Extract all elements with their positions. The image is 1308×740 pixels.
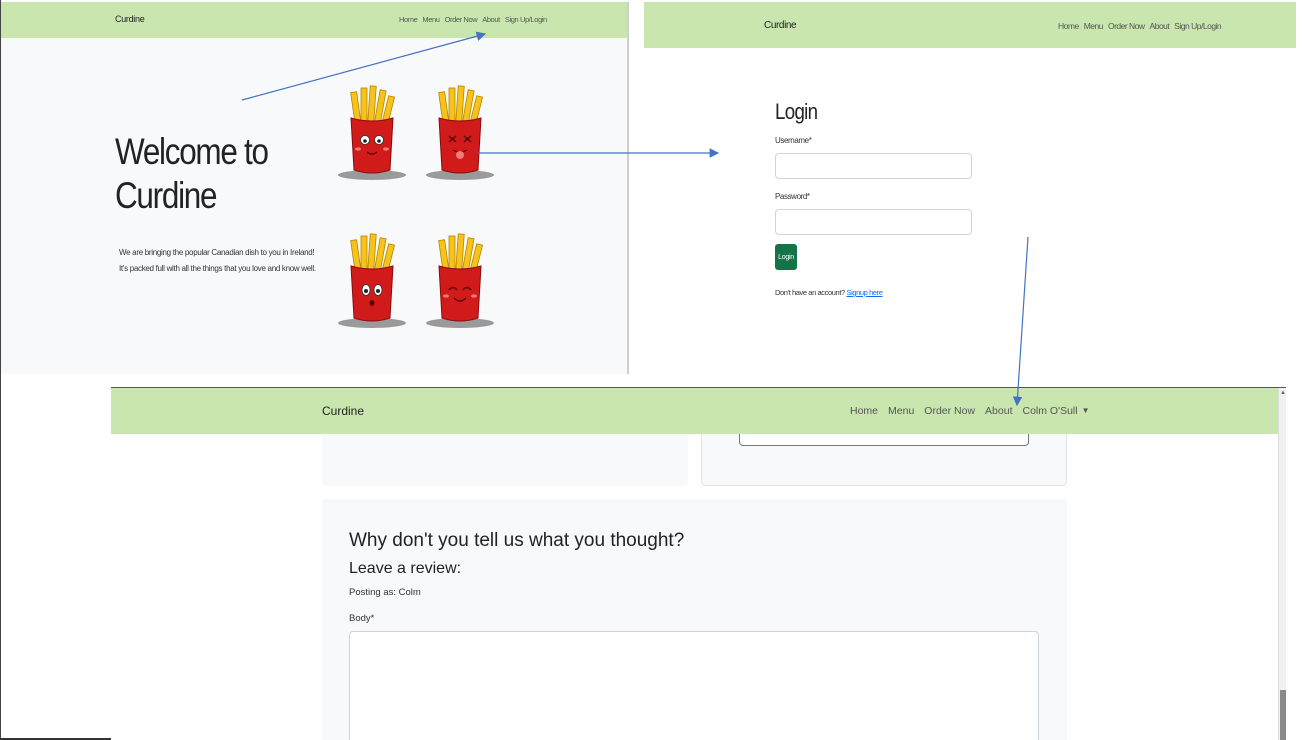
fries-mascot-surprised-image bbox=[338, 233, 406, 328]
hero-title-line2: Curdine bbox=[115, 175, 217, 216]
login-page-screenshot: Curdine Home Menu Order Now About Sign U… bbox=[644, 2, 1296, 386]
nav-order-now[interactable]: Order Now bbox=[445, 15, 478, 24]
nav-about[interactable]: About bbox=[1150, 21, 1170, 31]
page-scrollbar[interactable]: ▲ bbox=[1278, 388, 1286, 740]
user-menu-label: Colm O'Sull bbox=[1022, 405, 1078, 417]
home-nav-links: Home Menu Order Now About Sign Up/Login bbox=[399, 15, 547, 24]
brand-logo[interactable]: Curdine bbox=[764, 20, 797, 31]
nav-signup-login[interactable]: Sign Up/Login bbox=[1174, 21, 1221, 31]
signup-link[interactable]: Signup here bbox=[846, 288, 882, 297]
nav-order-now[interactable]: Order Now bbox=[1108, 21, 1145, 31]
login-title: Login bbox=[775, 99, 818, 124]
review-heading: Why don't you tell us what you thought? bbox=[349, 530, 685, 551]
nav-home[interactable]: Home bbox=[399, 15, 418, 24]
password-label: Password* bbox=[775, 192, 810, 201]
hero-title: Welcome to Curdine bbox=[115, 130, 302, 218]
brand-logo[interactable]: Curdine bbox=[322, 404, 364, 418]
posting-as-text: Posting as: Colm bbox=[349, 587, 421, 598]
signup-prompt: Don't have an account? Signup here bbox=[775, 288, 883, 297]
nav-signup-login[interactable]: Sign Up/Login bbox=[505, 15, 547, 24]
left-card-partial bbox=[322, 428, 688, 486]
nav-order-now[interactable]: Order Now bbox=[924, 405, 975, 417]
scrollbar-thumb[interactable] bbox=[1280, 690, 1286, 740]
nav-menu[interactable]: Menu bbox=[1084, 21, 1104, 31]
review-page-screenshot: Curdine Home Menu Order Now About Colm O… bbox=[111, 387, 1286, 740]
username-input[interactable] bbox=[775, 153, 972, 179]
nav-menu[interactable]: Menu bbox=[422, 15, 440, 24]
hero-description: We are bringing the popular Canadian dis… bbox=[119, 248, 316, 273]
review-nav-links: Home Menu Order Now About Colm O'Sull ▼ bbox=[850, 405, 1090, 417]
nav-about[interactable]: About bbox=[482, 15, 500, 24]
home-navbar: Curdine Home Menu Order Now About Sign U… bbox=[1, 2, 627, 38]
review-navbar: Curdine Home Menu Order Now About Colm O… bbox=[111, 388, 1286, 434]
brand-logo[interactable]: Curdine bbox=[115, 14, 145, 24]
nav-home[interactable]: Home bbox=[850, 405, 878, 417]
body-label: Body* bbox=[349, 613, 375, 624]
login-nav-links: Home Menu Order Now About Sign Up/Login bbox=[1058, 21, 1222, 31]
password-input[interactable] bbox=[775, 209, 972, 235]
review-body-textarea[interactable] bbox=[349, 631, 1039, 740]
login-button[interactable]: Login bbox=[775, 244, 797, 270]
fries-mascot-smiling-image bbox=[338, 85, 406, 180]
username-label: Username* bbox=[775, 136, 812, 145]
scroll-up-arrow-icon[interactable]: ▲ bbox=[1280, 390, 1286, 396]
caret-down-icon: ▼ bbox=[1081, 406, 1090, 415]
login-navbar: Curdine Home Menu Order Now About Sign U… bbox=[644, 2, 1296, 48]
fries-mascot-happy-image bbox=[426, 233, 494, 328]
nav-home[interactable]: Home bbox=[1058, 21, 1079, 31]
review-subheading: Leave a review: bbox=[349, 560, 462, 577]
signup-prompt-text: Don't have an account? bbox=[775, 288, 845, 297]
fries-mascot-tongue-image bbox=[426, 85, 494, 180]
home-page-screenshot: Curdine Home Menu Order Now About Sign U… bbox=[1, 2, 629, 374]
user-menu-dropdown[interactable]: Colm O'Sull ▼ bbox=[1023, 405, 1090, 417]
hero-title-line1: Welcome to bbox=[115, 131, 269, 172]
nav-menu[interactable]: Menu bbox=[888, 405, 914, 417]
nav-about[interactable]: About bbox=[985, 405, 1012, 417]
